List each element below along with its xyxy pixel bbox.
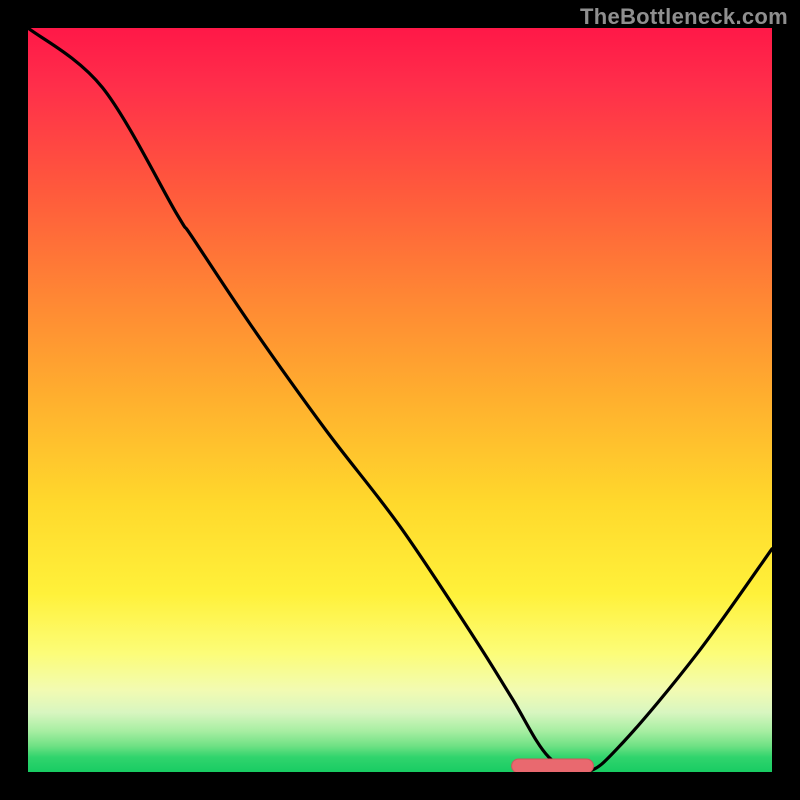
watermark: TheBottleneck.com xyxy=(580,4,788,30)
optimal-range-bar xyxy=(28,28,772,772)
chart-frame: TheBottleneck.com xyxy=(0,0,800,800)
plot-area xyxy=(28,28,772,772)
